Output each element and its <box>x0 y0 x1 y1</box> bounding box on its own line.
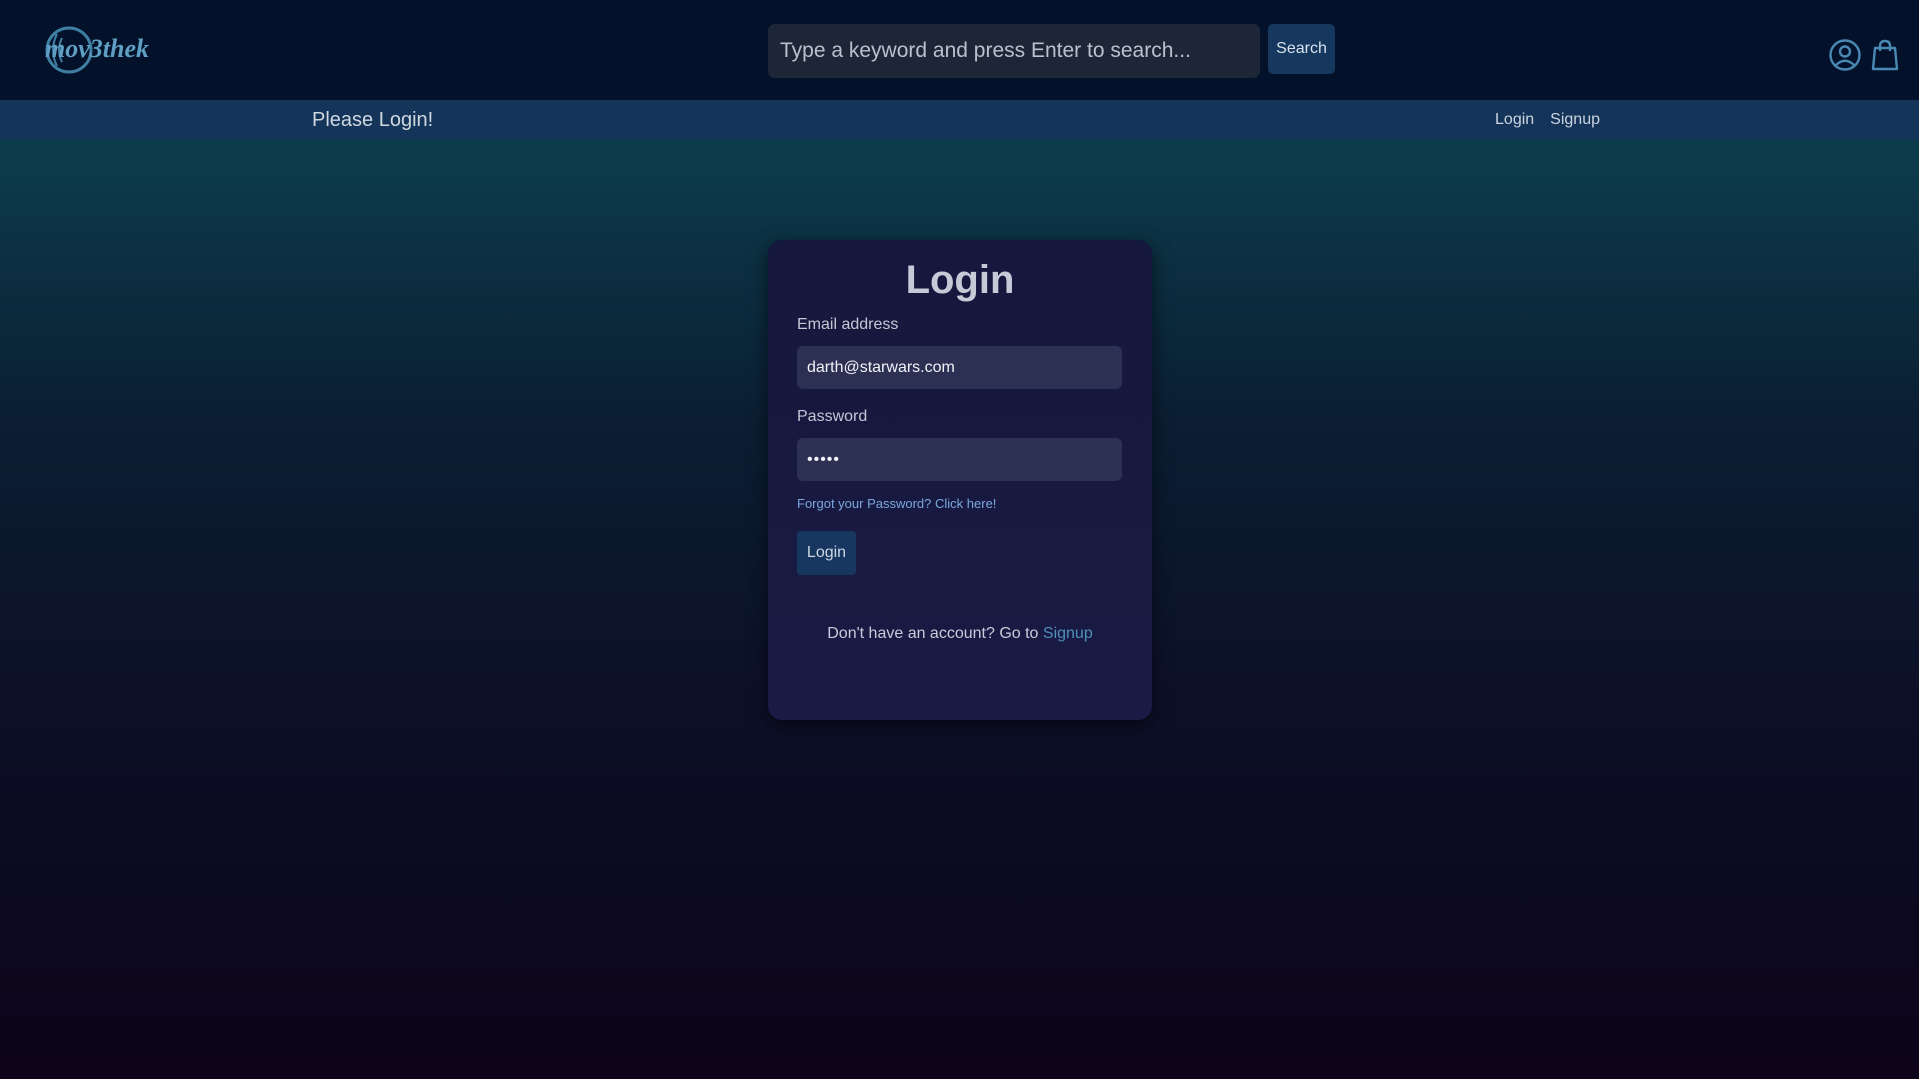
top-header: mov3thek Search <box>0 0 1919 100</box>
search-button[interactable]: Search <box>1268 24 1335 74</box>
forgot-password-link[interactable]: Forgot your Password? Click here! <box>797 496 996 511</box>
nav-signup-link[interactable]: Signup <box>1550 111 1600 129</box>
page-status-title: Please Login! <box>312 109 434 131</box>
logo-text: mov3thek <box>45 34 149 63</box>
email-label: Email address <box>797 316 899 333</box>
auth-links: Login Signup <box>1495 111 1600 129</box>
email-field[interactable]: darth@starwars.com <box>797 346 1122 389</box>
shopping-bag-icon[interactable] <box>1870 38 1900 72</box>
login-title: Login <box>905 258 1015 302</box>
login-card: Login Email address darth@starwars.com P… <box>768 240 1152 720</box>
user-circle-icon[interactable] <box>1828 38 1862 72</box>
signup-link[interactable]: Signup <box>1043 625 1093 642</box>
password-label: Password <box>797 408 868 425</box>
nav-login-link[interactable]: Login <box>1495 111 1534 129</box>
search-box <box>768 24 1260 78</box>
signup-prompt: Don't have an account? Go to Signup <box>768 625 1152 643</box>
sub-navbar: Please Login! Login Signup <box>0 100 1919 140</box>
signup-prompt-text: Don't have an account? Go to <box>827 625 1039 642</box>
login-button[interactable]: Login <box>797 531 856 575</box>
search-input[interactable] <box>778 38 1250 64</box>
logo[interactable]: mov3thek <box>44 24 174 76</box>
password-field[interactable]: ••••• <box>797 438 1122 481</box>
